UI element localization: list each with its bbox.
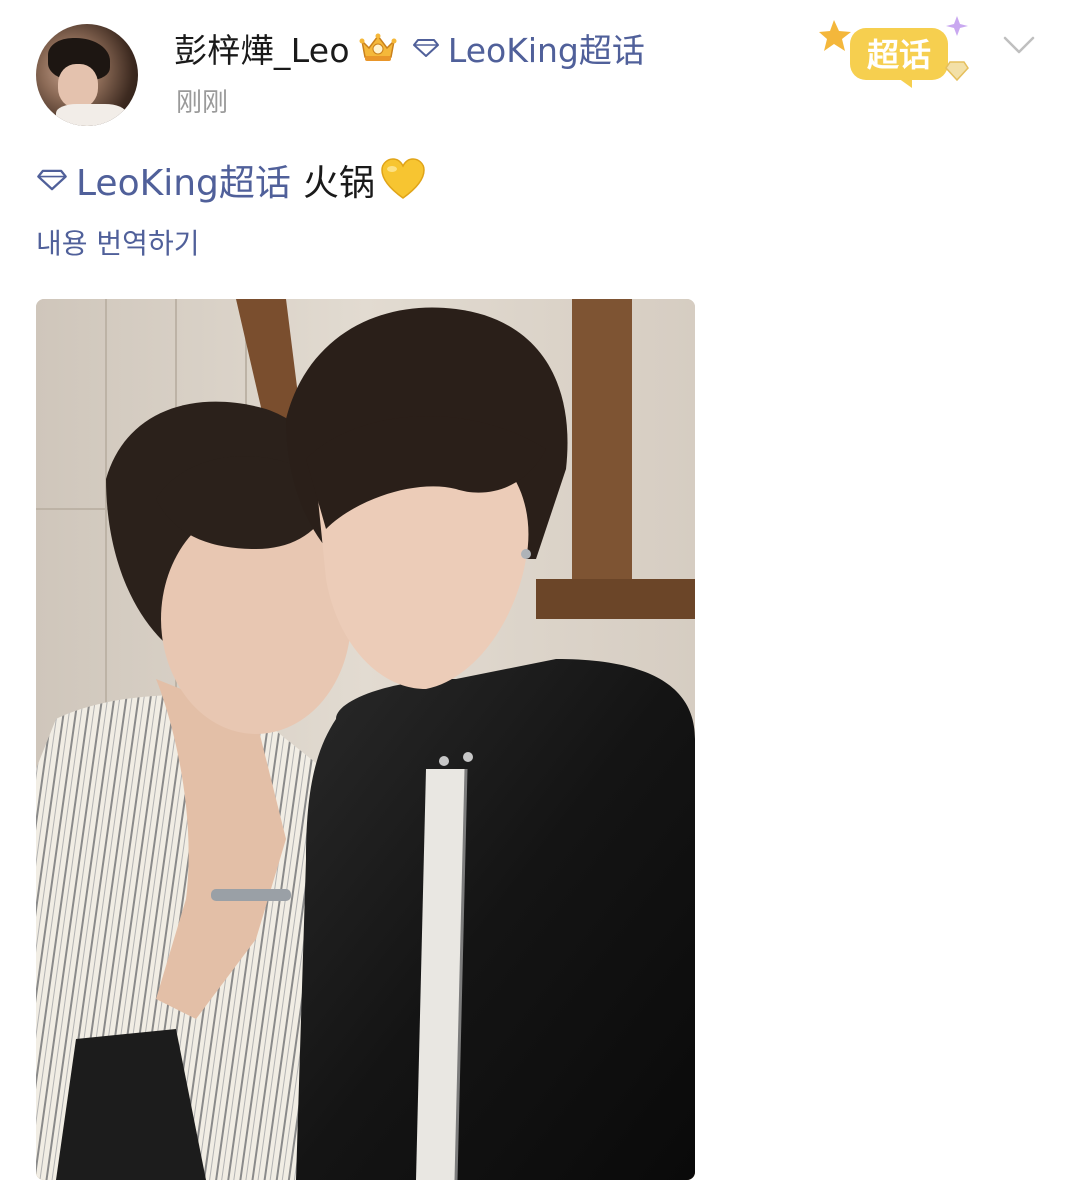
post-photo[interactable] xyxy=(36,299,695,1180)
header-topic-label: LeoKing超话 xyxy=(447,31,645,70)
diamond-icon xyxy=(37,169,67,191)
super-topic-badge-label: 超话 xyxy=(867,36,931,74)
post-header: 彭梓燁_Leo LeoKing超话 刚刚 超话 xyxy=(0,0,1068,140)
post-text: LeoKing超话 火锅 xyxy=(36,152,427,208)
avatar[interactable] xyxy=(36,24,138,126)
chevron-down-icon[interactable] xyxy=(1002,30,1036,60)
header-topic-link[interactable]: LeoKing超话 xyxy=(412,24,645,72)
post-topic-label: LeoKing超话 xyxy=(76,163,291,204)
avatar-face xyxy=(58,64,98,108)
super-topic-badge-icon[interactable]: 超话 xyxy=(816,10,982,90)
post-body-text: 火锅 xyxy=(302,163,375,204)
username[interactable]: 彭梓燁_Leo xyxy=(174,24,350,72)
avatar-shirt xyxy=(56,104,126,126)
diamond-icon xyxy=(412,39,439,57)
yellow-heart-icon xyxy=(381,158,425,199)
username-row: 彭梓燁_Leo LeoKing超话 xyxy=(174,26,645,70)
timestamp: 刚刚 xyxy=(176,88,229,118)
post-topic-link[interactable]: LeoKing超话 xyxy=(36,154,291,206)
crown-icon[interactable] xyxy=(358,31,398,65)
translate-link[interactable]: 내용 번역하기 xyxy=(36,222,199,262)
